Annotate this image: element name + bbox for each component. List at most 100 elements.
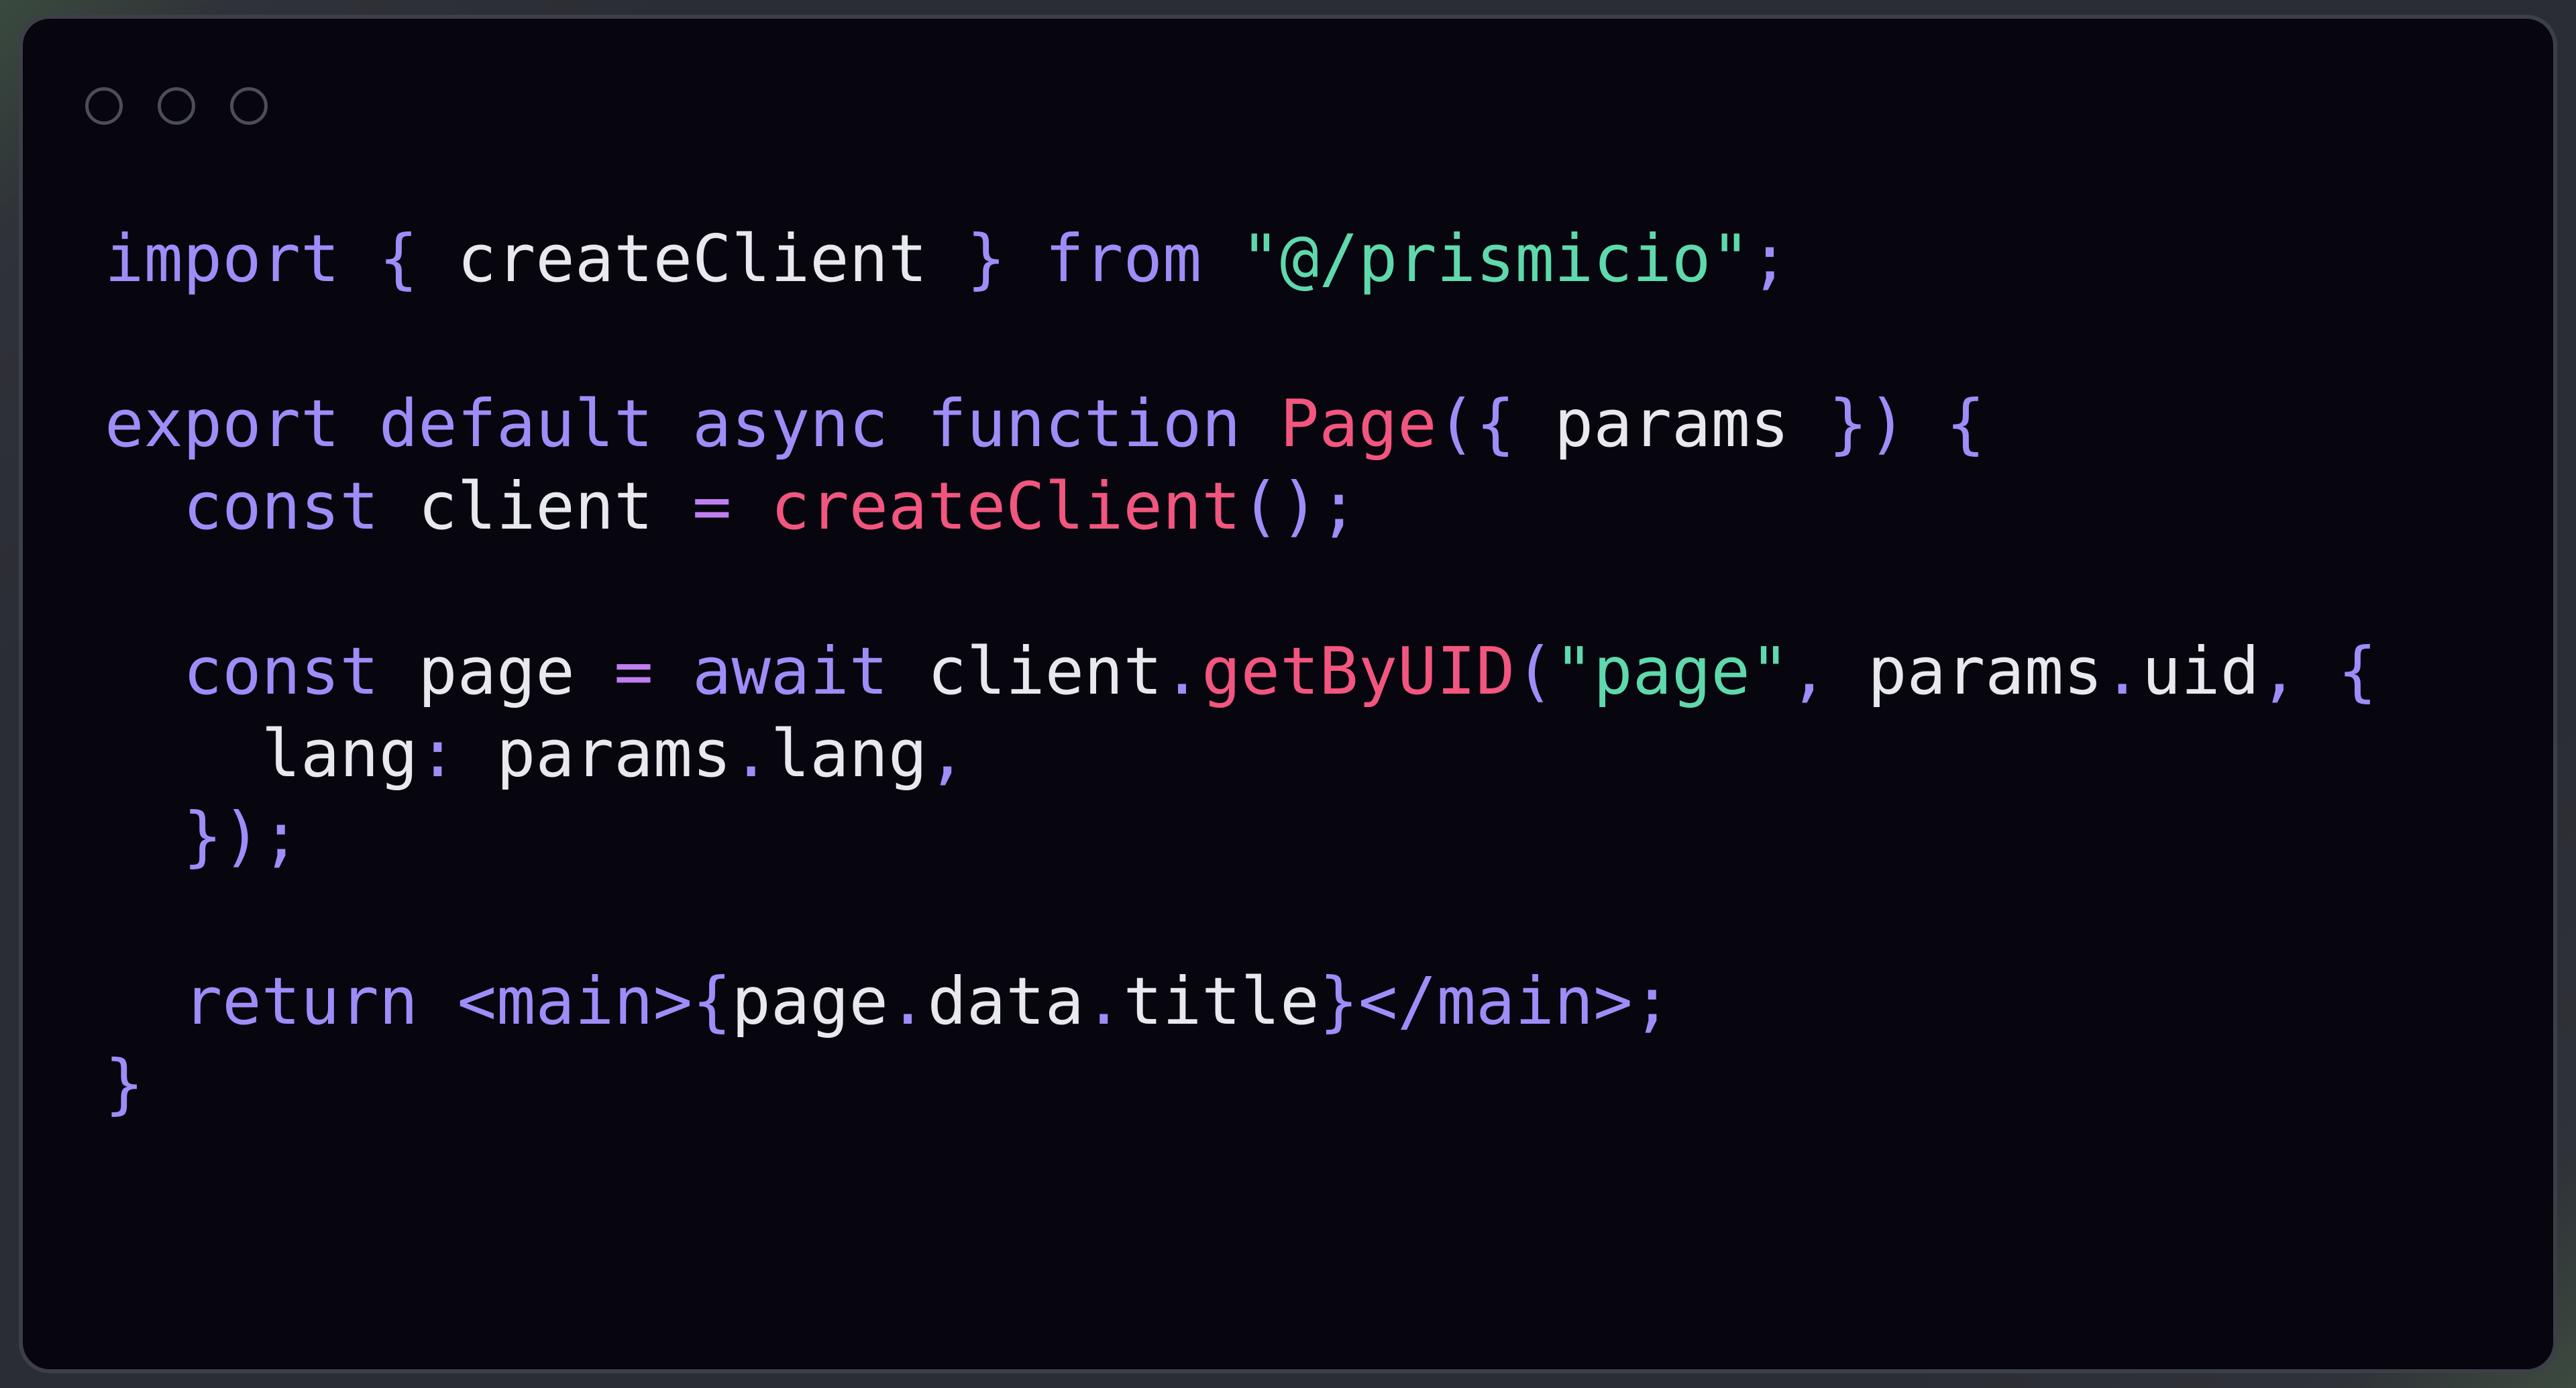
maximize-icon[interactable] [230, 87, 268, 125]
code-token: : [418, 716, 458, 792]
code-snippet-window: import { createClient } from "@/prismici… [19, 15, 2557, 1373]
code-token: createClient [770, 468, 1241, 544]
code-line: export default async function Page({ par… [105, 382, 2377, 465]
code-token: . [2102, 633, 2142, 709]
code-token: uid [2141, 633, 2260, 709]
code-token: <main> [457, 963, 693, 1039]
code-token: getByUID [1201, 633, 1515, 709]
code-token: = [692, 468, 732, 544]
code-line: }); [105, 795, 2377, 877]
code-token: = [614, 633, 653, 709]
code-line: import { createClient } from "@/prismici… [105, 217, 2377, 300]
code-token: , [2259, 633, 2299, 709]
code-token: { [2337, 633, 2377, 709]
code-token: { [378, 221, 419, 297]
code-token: function [927, 386, 1241, 462]
code-token: . [1162, 633, 1202, 709]
traffic-light-buttons [85, 87, 268, 125]
code-token: ; [1750, 221, 1790, 297]
code-token: page [418, 633, 575, 709]
code-token: createClient [457, 221, 928, 297]
code-token: params [1868, 633, 2103, 709]
code-token: } [1828, 386, 1868, 462]
code-token: export [105, 386, 340, 462]
code-token: } [105, 1046, 144, 1122]
code-token: page [731, 963, 889, 1039]
code-token: import [105, 221, 340, 297]
code-token: lang [261, 716, 419, 792]
code-token: title [1123, 963, 1320, 1039]
code-token: } [966, 221, 1006, 297]
code-token: lang [770, 716, 928, 792]
code-token: () [1240, 468, 1320, 544]
code-line: return <main>{page.data.title}</main>; [105, 960, 2377, 1043]
code-token: const [182, 468, 379, 544]
code-token: from [1044, 221, 1202, 297]
code-token: return [182, 963, 419, 1039]
code-line: const page = await client.getByUID("page… [105, 630, 2377, 712]
code-line: } [105, 1043, 2377, 1125]
code-token: ) [1868, 386, 1907, 462]
code-line: lang: params.lang, [105, 712, 2377, 795]
code-token: . [888, 963, 928, 1039]
code-token: await [692, 633, 889, 709]
code-token: ; [1319, 468, 1358, 544]
code-token: params [496, 716, 732, 792]
window-titlebar [23, 19, 2553, 125]
code-token: { [1945, 386, 1986, 462]
code-token: async [692, 386, 889, 462]
code-line: const client = createClient(); [105, 465, 2377, 547]
code-token: params [1554, 386, 1790, 462]
code-token: "@/prismicio" [1240, 221, 1750, 297]
code-token: "page" [1554, 633, 1790, 709]
code-token: { [692, 963, 732, 1039]
code-token: , [1789, 633, 1829, 709]
code-token: . [1084, 963, 1124, 1039]
code-token: ( [1515, 633, 1554, 709]
code-editor-content[interactable]: import { createClient } from "@/prismici… [105, 217, 2377, 1125]
close-icon[interactable] [85, 87, 123, 125]
code-token: ; [1632, 963, 1672, 1039]
code-token: const [182, 633, 379, 709]
code-token: ; [261, 798, 301, 874]
code-token: default [378, 386, 653, 462]
code-token: Page [1280, 386, 1437, 462]
code-token: client [418, 468, 653, 544]
code-token: , [927, 716, 967, 792]
code-token: { [1476, 386, 1515, 462]
code-token: }) [182, 798, 262, 874]
minimize-icon[interactable] [158, 87, 195, 125]
code-token: . [731, 716, 771, 792]
code-token: ( [1436, 386, 1477, 462]
code-token: data [927, 963, 1085, 1039]
